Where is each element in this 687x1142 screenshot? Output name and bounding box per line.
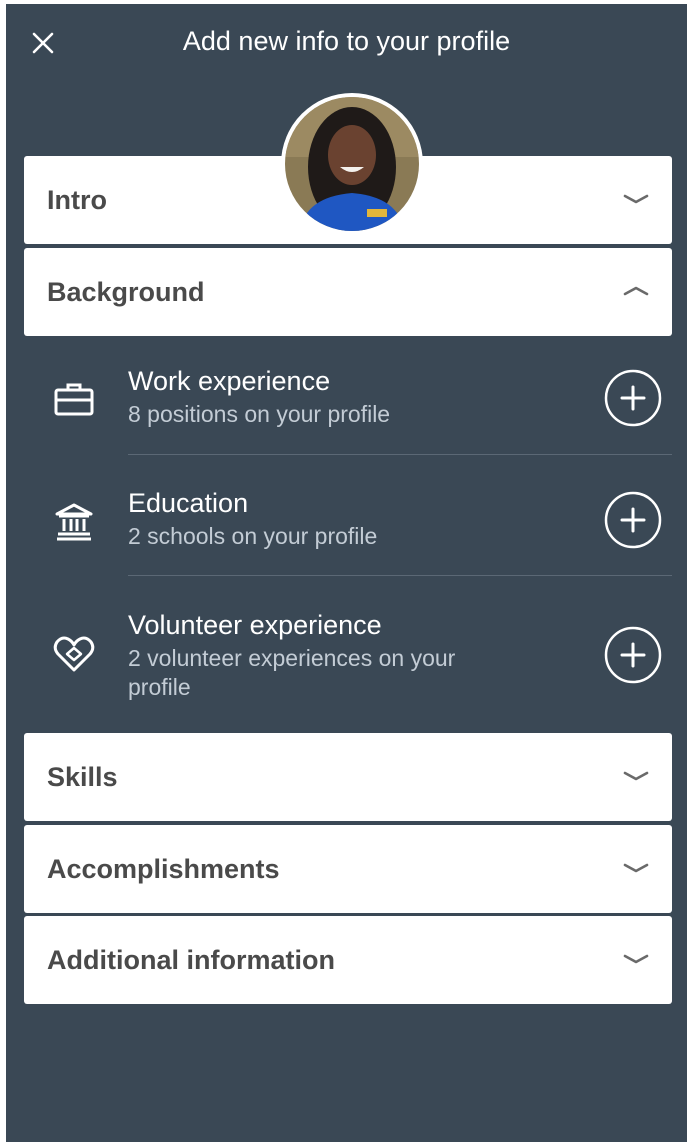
- section-skills-label: Skills: [47, 762, 118, 792]
- divider: [128, 575, 672, 576]
- heart-icon: [53, 636, 95, 672]
- list-item-work-experience[interactable]: Work experience 8 positions on your prof…: [6, 344, 687, 456]
- modal-panel: Add new info to your profile Intro Backg…: [6, 4, 687, 1142]
- chevron-down-icon: [623, 771, 649, 781]
- chevron-down-icon: [623, 194, 649, 204]
- work-experience-title: Work experience: [128, 366, 331, 396]
- add-work-experience-button[interactable]: [604, 369, 662, 427]
- chevron-up-icon: [623, 286, 649, 296]
- briefcase-icon: [54, 383, 94, 416]
- volunteer-experience-title: Volunteer experience: [128, 610, 382, 640]
- section-intro-label: Intro: [47, 185, 107, 215]
- divider: [128, 454, 672, 455]
- section-skills[interactable]: Skills: [24, 733, 672, 821]
- chevron-down-icon: [623, 863, 649, 873]
- avatar-photo: [285, 97, 419, 231]
- header: Add new info to your profile: [6, 4, 687, 84]
- school-icon: [55, 503, 93, 541]
- section-background[interactable]: Background: [24, 248, 672, 336]
- work-experience-subtitle: 8 positions on your profile: [128, 401, 391, 427]
- section-accomplishments-label: Accomplishments: [47, 854, 280, 884]
- avatar: [281, 93, 423, 235]
- education-subtitle: 2 schools on your profile: [128, 523, 378, 549]
- list-item-education[interactable]: Education 2 schools on your profile: [6, 464, 687, 576]
- section-additional-label: Additional information: [47, 945, 335, 975]
- page-title: Add new info to your profile: [182, 26, 511, 56]
- section-additional-information[interactable]: Additional information: [24, 916, 672, 1004]
- education-title: Education: [128, 488, 249, 518]
- section-accomplishments[interactable]: Accomplishments: [24, 825, 672, 913]
- section-background-label: Background: [47, 277, 205, 307]
- list-item-volunteer-experience[interactable]: Volunteer experience 2 volunteer experie…: [6, 590, 687, 720]
- chevron-down-icon: [623, 954, 649, 964]
- volunteer-experience-subtitle: 2 volunteer experiences on your profile: [128, 645, 456, 700]
- add-education-button[interactable]: [604, 491, 662, 549]
- add-volunteer-experience-button[interactable]: [604, 626, 662, 684]
